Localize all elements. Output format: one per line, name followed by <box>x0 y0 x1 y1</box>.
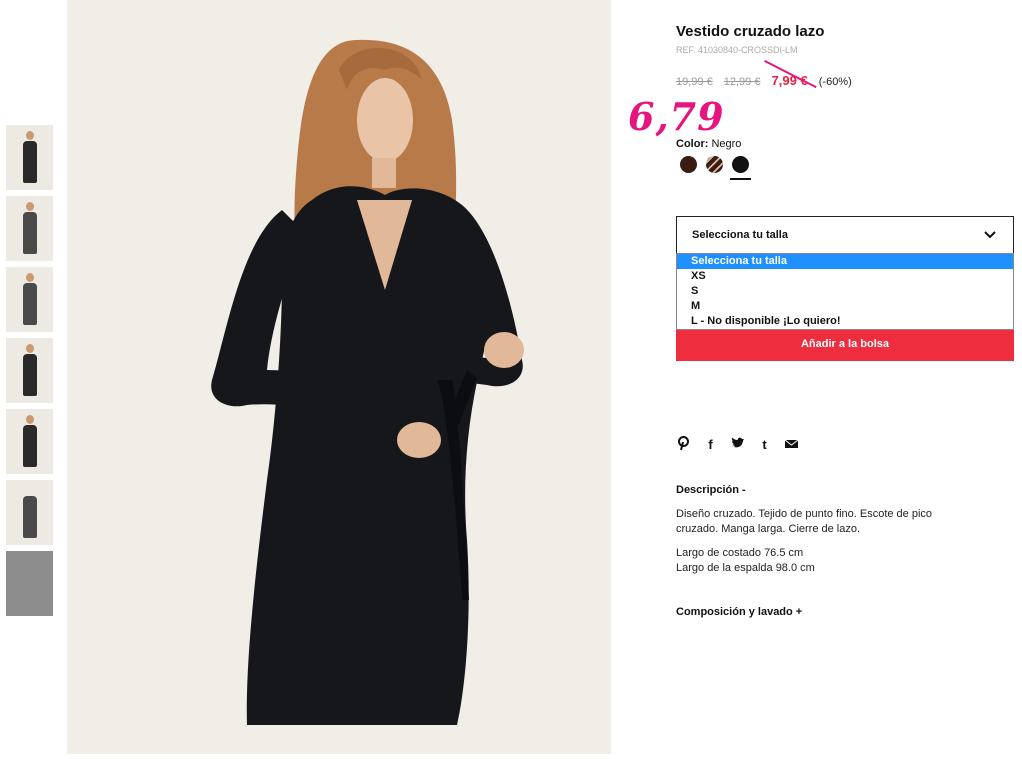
side-length-text: Largo de costado 76.5 cm <box>676 547 804 559</box>
thumbnail[interactable] <box>6 338 53 403</box>
share-icons: f t <box>676 436 799 453</box>
size-option[interactable]: S <box>677 284 1013 299</box>
size-option[interactable]: L - No disponible ¡Lo quiero! <box>677 314 1013 329</box>
size-option[interactable]: Selecciona tu talla <box>677 254 1013 269</box>
model-illustration <box>211 39 524 725</box>
original-price: 19,99 € <box>676 76 713 88</box>
tumblr-icon[interactable]: t <box>757 437 772 452</box>
size-option[interactable]: XS <box>677 269 1013 284</box>
description-heading[interactable]: Descripción - <box>676 484 746 496</box>
size-select[interactable]: Selecciona tu talla <box>676 216 1014 254</box>
product-title: Vestido cruzado lazo <box>676 23 825 40</box>
size-select-value: Selecciona tu talla <box>692 229 788 241</box>
price-row: 19,99 € 12,99 € 7,99 € (-60%) <box>676 73 852 88</box>
thumbnail[interactable] <box>6 409 53 474</box>
color-value: Negro <box>711 138 742 150</box>
thumbnail[interactable] <box>6 196 53 261</box>
thumbnail-gallery <box>6 125 53 622</box>
product-photo <box>67 0 611 754</box>
swatch-brown[interactable] <box>680 156 697 173</box>
thumbnail[interactable] <box>6 267 53 332</box>
previous-price: 12,99 € <box>723 76 761 88</box>
composition-heading[interactable]: Composición y lavado + <box>676 606 802 618</box>
twitter-icon[interactable] <box>730 437 745 452</box>
facebook-icon[interactable]: f <box>703 437 718 452</box>
handwritten-price-annotation: 6,79 <box>628 94 725 139</box>
thumbnail[interactable] <box>6 125 53 190</box>
email-icon[interactable] <box>784 437 799 452</box>
size-dropdown: Selecciona tu talla XS S M L - No dispon… <box>676 253 1014 330</box>
back-length-text: Largo de la espalda 98.0 cm <box>676 562 815 574</box>
pinterest-icon[interactable] <box>676 436 691 453</box>
thumbnail[interactable] <box>6 551 53 616</box>
thumbnail[interactable] <box>6 480 53 545</box>
discount-badge: (-60%) <box>818 76 852 88</box>
swatch-striped[interactable] <box>706 156 723 173</box>
size-option[interactable]: M <box>677 299 1013 314</box>
swatch-black[interactable] <box>730 156 751 180</box>
color-swatches <box>680 156 751 180</box>
chevron-down-icon <box>984 231 996 239</box>
description-text: Diseño cruzado. Tejido de punto fino. Es… <box>676 508 933 535</box>
color-label: Color: Negro <box>676 138 742 150</box>
description-body: Diseño cruzado. Tejido de punto fino. Es… <box>676 507 976 585</box>
add-to-bag-button[interactable]: Añadir a la bolsa <box>676 327 1014 361</box>
product-reference: REF. 41030840-CROSSDI-LM <box>676 45 798 55</box>
